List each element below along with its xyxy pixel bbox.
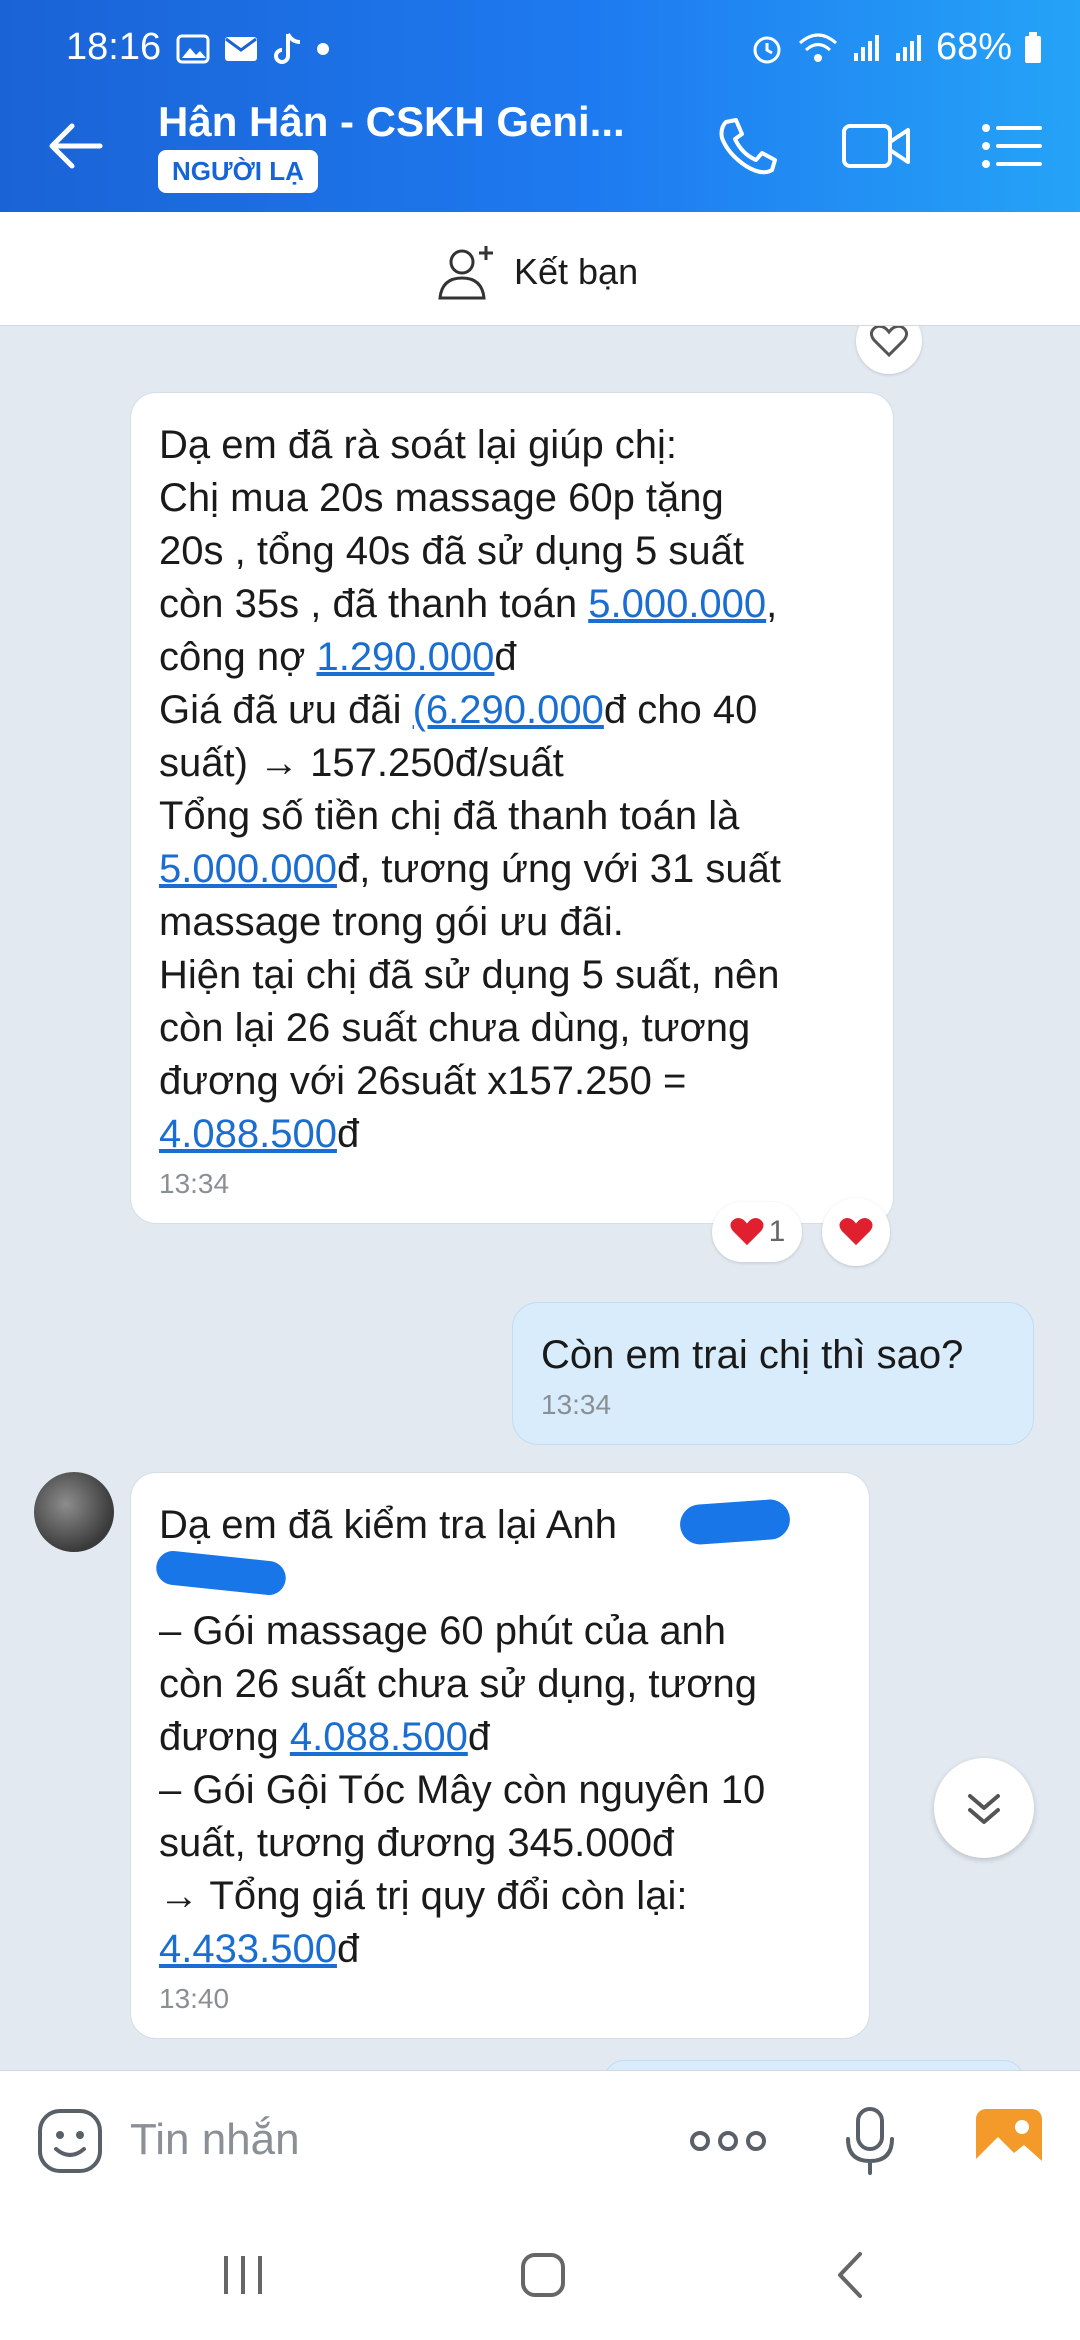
message-time: 13:34: [159, 1168, 230, 1199]
video-call-icon[interactable]: [842, 114, 912, 178]
outgoing-message[interactable]: Còn em trai chị thì sao? 13:34: [512, 1302, 1034, 1445]
message-input[interactable]: Tin nhắn: [130, 2115, 300, 2165]
reaction-count-badge[interactable]: 1: [712, 1202, 802, 1262]
contact-name[interactable]: Hân Hân - CSKH Geni...: [158, 98, 625, 146]
battery-percent: 68%: [935, 26, 1012, 68]
signal-icon-2: [895, 34, 921, 61]
notification-icons: [176, 32, 330, 66]
add-friend-icon: [438, 246, 493, 300]
add-friend-label: Kết bạn: [514, 251, 639, 292]
message-text: Dạ em đã rà soát lại giúp chị: Chị mua 2…: [159, 419, 865, 1161]
more-options-icon[interactable]: [688, 2123, 768, 2159]
scroll-to-bottom-button[interactable]: [934, 1758, 1034, 1858]
back-arrow-icon[interactable]: [44, 114, 108, 178]
reaction-count: 1: [768, 1215, 786, 1248]
message-text-segment: đ: [336, 1112, 360, 1156]
stranger-badge: NGƯỜI LẠ: [158, 150, 318, 193]
wifi-icon: [798, 33, 837, 62]
signal-icon: [853, 34, 879, 61]
dot-icon: [317, 43, 329, 55]
alarm-icon: [753, 36, 781, 63]
incoming-message[interactable]: Dạ em đã rà soát lại giúp chị: Chị mua 2…: [130, 392, 894, 1224]
status-time: 18:16: [66, 26, 162, 68]
add-friend-bar: Kết bạn: [0, 212, 1080, 326]
gallery-picker-icon[interactable]: [974, 2107, 1044, 2173]
status-bar: 18:16 68%: [0, 0, 1080, 78]
phone-call-icon[interactable]: [712, 114, 782, 178]
battery-icon: [1025, 31, 1041, 63]
amount-link[interactable]: 4.088.500: [159, 1112, 337, 1156]
message-text: Còn em trai chị thì sao?: [541, 1329, 1005, 1382]
amount-link[interactable]: (6.290.000: [413, 688, 604, 732]
message-text-segment: Còn em trai chị thì sao?: [541, 1333, 964, 1377]
message-list[interactable]: Dạ em đã rà soát lại giúp chị: Chị mua 2…: [0, 326, 1080, 2070]
sticker-icon[interactable]: [36, 2107, 104, 2175]
amount-link[interactable]: 1.290.000: [316, 635, 494, 679]
reaction-button[interactable]: [856, 326, 922, 374]
heart-icon: [839, 1218, 873, 1246]
heart-icon: [730, 1218, 764, 1246]
system-status-icons: 68%: [750, 26, 1042, 69]
message-time: 13:34: [541, 1389, 612, 1420]
recent-apps-icon[interactable]: [218, 2250, 268, 2300]
redaction-mark: [678, 1498, 792, 1546]
heart-outline-icon: [870, 326, 908, 358]
composer: Tin nhắn: [0, 2070, 1080, 2210]
react-heart-button[interactable]: [822, 1198, 890, 1266]
mail-icon: [225, 37, 257, 61]
system-nav-bar: [0, 2210, 1080, 2340]
amount-link[interactable]: 4.433.500: [159, 1927, 337, 1971]
chat-header: Hân Hân - CSKH Geni... NGƯỜI LẠ: [0, 78, 1080, 212]
message-time: 13:40: [159, 1983, 230, 2014]
menu-list-icon[interactable]: [978, 114, 1048, 178]
back-nav-icon[interactable]: [826, 2250, 876, 2300]
tiktok-icon: [274, 33, 301, 64]
app-header-background: 18:16 68% Hân Hân - CSKH Geni... NGƯỜI L…: [0, 0, 1080, 212]
home-icon[interactable]: [518, 2250, 568, 2300]
add-friend-button[interactable]: Kết bạn: [436, 242, 638, 302]
amount-link[interactable]: 5.000.000: [159, 847, 337, 891]
amount-link[interactable]: 4.088.500: [290, 1715, 468, 1759]
gallery-icon: [176, 34, 210, 64]
outgoing-message-partial[interactable]: [604, 2060, 1024, 2070]
double-chevron-down-icon: [968, 1794, 1000, 1824]
amount-link[interactable]: 5.000.000: [588, 582, 766, 626]
microphone-icon[interactable]: [842, 2105, 898, 2177]
message-text-segment: đ: [336, 1927, 360, 1971]
sender-avatar[interactable]: [34, 1472, 114, 1552]
